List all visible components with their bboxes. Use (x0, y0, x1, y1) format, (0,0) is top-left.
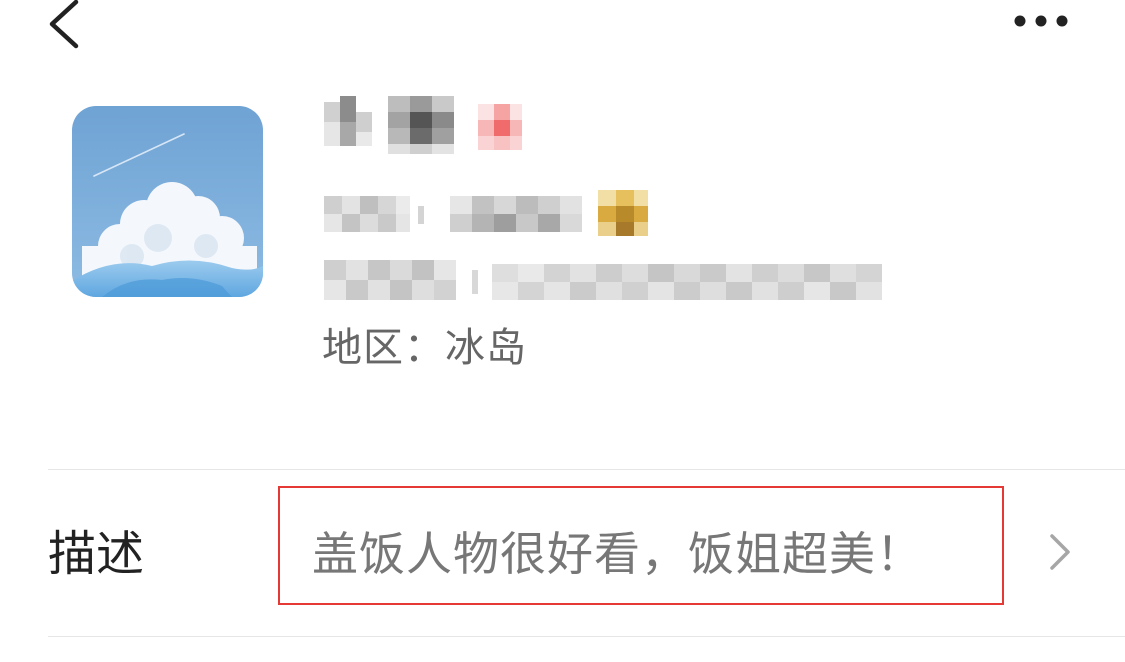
region-line: 地区：冰岛 (322, 320, 527, 376)
id-line (322, 258, 888, 304)
pixelated-account-line (324, 190, 648, 236)
description-label: 描述 (48, 526, 145, 582)
more-button[interactable] (1000, 0, 1090, 46)
description-value: 盖饭人物很好看，饭姐超美！ (312, 527, 923, 581)
region-label: 地区： (322, 325, 445, 371)
account-line (322, 186, 652, 242)
pixelated-id-line (324, 260, 882, 300)
pixelated-nickname (324, 96, 522, 154)
nickname (318, 90, 538, 160)
chevron-left-icon (49, 0, 79, 49)
divider-bottom (48, 636, 1125, 637)
avatar[interactable] (72, 106, 263, 297)
region-value: 冰岛 (445, 325, 527, 371)
chevron-right-icon (1050, 534, 1070, 570)
more-dots-icon (1014, 15, 1068, 27)
description-arrow[interactable] (1040, 530, 1080, 578)
back-button[interactable] (30, 0, 100, 60)
avatar-image (72, 106, 263, 297)
profile-page: 地区：冰岛 描述 盖饭人物很好看，饭姐超美！ (0, 0, 1125, 662)
